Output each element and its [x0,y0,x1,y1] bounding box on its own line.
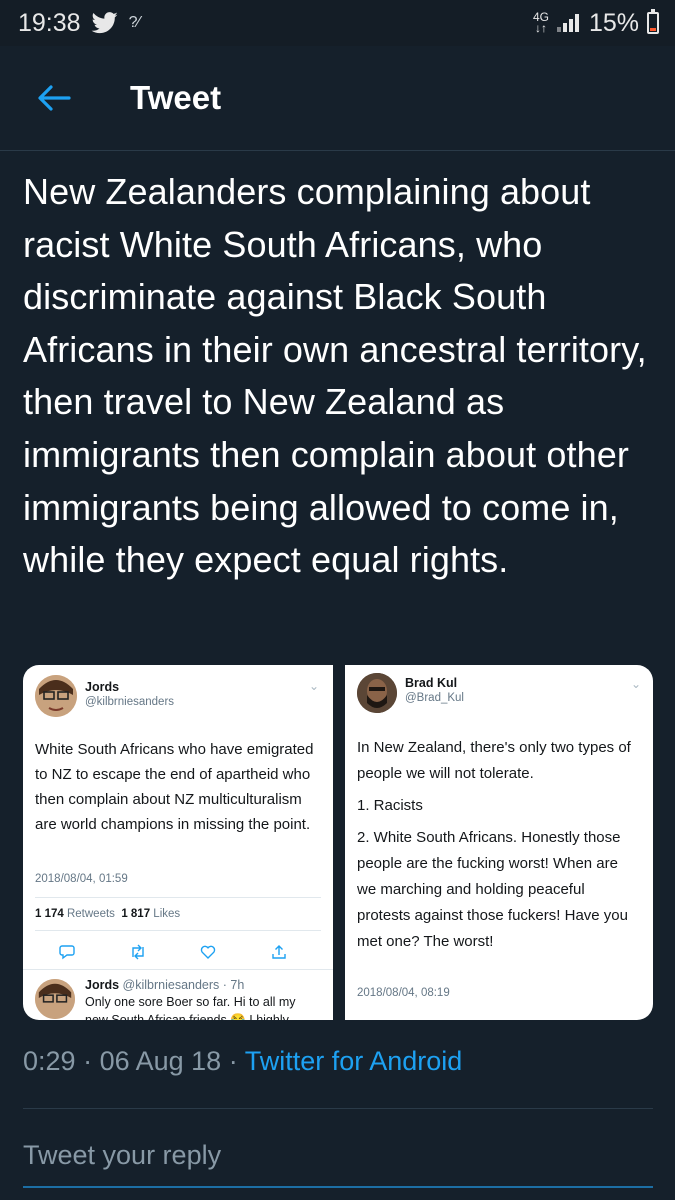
avatar [357,673,397,713]
battery-level [650,28,656,31]
quoted-tweet-text-2: 1. Racists [357,797,423,814]
reply-icon [58,943,76,961]
author-name: Brad Kul [405,676,458,690]
twitter-icon [91,12,118,34]
signal-unknown-icon: ?⁄ [128,14,141,31]
avatar [35,675,77,717]
chevron-down-icon: ⌄ [630,677,641,691]
battery-icon [647,9,659,34]
share-icon [270,943,288,961]
retweet-icon [129,943,147,961]
tweet-actions [58,943,288,961]
quoted-tweet-text-3: 2. White South Africans. Honestly those … [357,829,628,950]
author-handle: @Brad_Kul [405,692,464,704]
quoted-tweet-date: 2018/08/04, 08:19 [357,987,450,999]
back-button[interactable] [34,78,74,118]
divider [35,930,321,931]
quoted-tweet-text-1: In New Zealand, there's only two types o… [357,739,631,782]
media-image-right[interactable]: Brad Kul @Brad_Kul ⌄ In New Zealand, the… [345,665,653,1020]
reply-input[interactable]: Tweet your reply [23,1140,221,1171]
tweet-stats: 1 174 Retweets 1 817 Likes [35,908,181,920]
reply-header: Jords @kilbrniesanders · 7h [85,978,245,992]
tweet-source-link[interactable]: Twitter for Android [245,1046,463,1076]
status-time: 19:38 [18,8,81,37]
tweet-date: 06 Aug 18 [99,1046,222,1076]
page-title: Tweet [130,79,222,116]
avatar [35,979,75,1019]
tweet-meta: 0:29 · 06 Aug 18 · Twitter for Android [23,1046,463,1076]
chevron-down-icon: ⌄ [308,679,319,693]
tweet-time: 0:29 [23,1046,76,1076]
battery-percent: 15% [588,8,639,37]
tweet-text: New Zealanders complaining about racist … [23,171,647,581]
header: Tweet [0,46,675,151]
divider [23,969,333,970]
divider [35,897,321,898]
signal-bars-icon [556,14,579,32]
author-handle: @kilbrniesanders [85,696,175,708]
divider [23,1108,653,1109]
reply-text-cutoff: new South African friends 😂 I highly [85,1013,289,1020]
quoted-tweet-date: 2018/08/04, 01:59 [35,873,128,885]
author-name: Jords [85,680,120,694]
arrow-left-icon [38,85,71,111]
reply-input-underline [23,1186,653,1188]
reply-text: Only one sore Boer so far. Hi to all my [85,995,296,1009]
network-type: 4G ↓↑ [532,10,549,35]
status-bar: 19:38 ?⁄ 4G ↓↑ 15% [0,0,675,46]
heart-icon [199,943,217,961]
quoted-tweet-text: White South Africans who have emigrated … [35,741,314,833]
media-image-left[interactable]: Jords @kilbrniesanders ⌄ White South Afr… [23,665,333,1020]
